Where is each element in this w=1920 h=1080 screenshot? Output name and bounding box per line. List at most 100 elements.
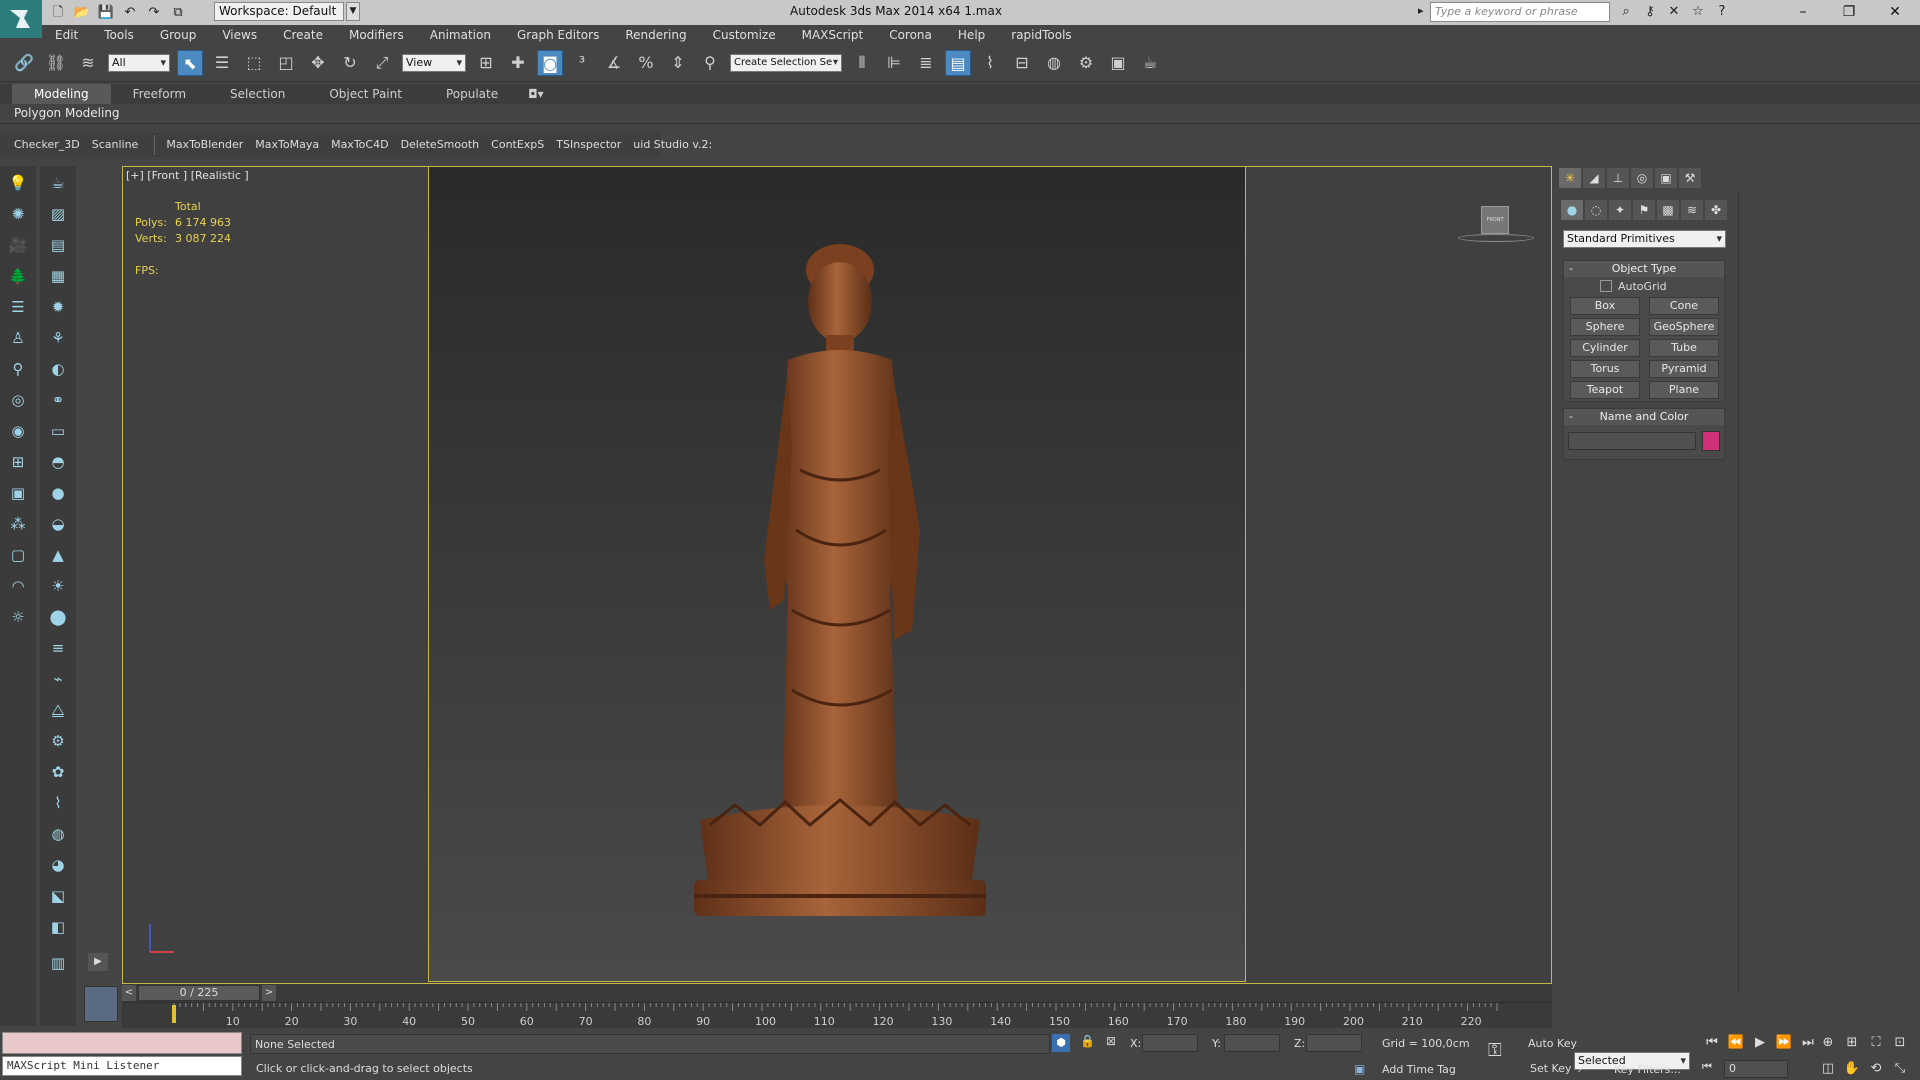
mini-curve-editor-icon[interactable] (84, 986, 118, 1022)
asset-tracking-icon[interactable]: ▥ (44, 949, 72, 977)
viewport-label-menu[interactable]: [+] [Front ] [Realistic ] (126, 169, 249, 182)
selection-filter-dropdown[interactable]: All (108, 54, 170, 72)
object-type-header[interactable]: Object Type (1564, 261, 1724, 277)
object-color-swatch[interactable] (1702, 431, 1720, 451)
maxscript-listener-pink-input[interactable] (2, 1032, 242, 1054)
object-name-input[interactable] (1568, 432, 1697, 450)
time-slider-thumb[interactable]: 0 / 225 (138, 985, 260, 1001)
film-camera-icon[interactable]: ⚭ (44, 386, 72, 414)
menu-rapidtools[interactable]: rapidTools (998, 25, 1084, 45)
pan-hand-icon[interactable]: ✋ (1843, 1060, 1861, 1078)
new-file-icon[interactable]: 🗋 (49, 4, 67, 22)
track-bar[interactable]: 10 20 30 40 50 60 70 80 90 100 110 120 130 140 150 160 1… (122, 1002, 1552, 1029)
align-icon[interactable]: ⊫ (881, 50, 907, 76)
isolate-selection-icon[interactable]: ⬢ (1052, 1034, 1070, 1052)
save-file-icon[interactable]: 💾 (97, 4, 115, 22)
reference-coordinate-dropdown[interactable]: View (402, 54, 466, 72)
menu-graph-editors[interactable]: Graph Editors (504, 25, 612, 45)
menu-maxscript[interactable]: MAXScript (789, 25, 877, 45)
pipe-icon[interactable]: ⌁ (44, 665, 72, 693)
snaps-toggle-icon[interactable]: ³ (569, 50, 595, 76)
percent-snap-icon[interactable]: % (633, 50, 659, 76)
ring-icon[interactable]: ◎ (4, 386, 32, 414)
particles-icon[interactable]: ⁂ (4, 510, 32, 538)
modify-tab-icon[interactable]: ◢ (1583, 168, 1605, 188)
render-panel-icon[interactable]: ▣ (4, 479, 32, 507)
quick-access-expand-icon[interactable]: ▼ (346, 2, 360, 21)
image-icon[interactable]: ▨ (44, 200, 72, 228)
minimize-icon[interactable]: – (1780, 0, 1826, 25)
rectangular-selection-icon[interactable]: ⬚ (241, 50, 267, 76)
display-tab-icon[interactable]: ▣ (1655, 168, 1677, 188)
wireframe-icon[interactable]: ⧋ (44, 696, 72, 724)
current-time-marker[interactable] (172, 1005, 176, 1023)
menu-customize[interactable]: Customize (700, 25, 789, 45)
set-keys-key-icon[interactable]: ⚿ (1488, 1040, 1502, 1061)
time-slider-track[interactable]: < 0 / 225 > (122, 984, 1552, 1002)
tab-freeform[interactable]: Freeform (111, 84, 208, 104)
sphere-tool-icon[interactable]: ◉ (4, 417, 32, 445)
select-and-scale-icon[interactable]: ⤢ (369, 50, 395, 76)
help-icon[interactable]: ? (1713, 3, 1731, 21)
zoom-extents-all-icon[interactable]: ⊡ (1891, 1034, 1909, 1052)
geometry-category-icon[interactable]: ● (1561, 200, 1583, 220)
sphere-button[interactable]: Sphere (1570, 318, 1640, 336)
script-maxtoblender-button[interactable]: MaxToBlender (160, 133, 249, 157)
name-and-color-header[interactable]: Name and Color (1564, 409, 1724, 425)
next-frame-icon[interactable]: > (262, 985, 276, 1001)
search-expand-icon[interactable]: ▸ (1418, 4, 1424, 17)
z-coordinate-input[interactable] (1306, 1034, 1362, 1052)
select-by-name-icon[interactable]: ☰ (209, 50, 235, 76)
script-maxtomaya-button[interactable]: MaxToMaya (249, 133, 325, 157)
rendered-frame-window-icon[interactable]: ▣ (1105, 50, 1131, 76)
auto-key-button[interactable]: Auto Key (1528, 1037, 1577, 1050)
material-editor-icon[interactable]: ◍ (1041, 50, 1067, 76)
script-uid-studio-button[interactable]: uid Studio v.2: (627, 133, 718, 157)
menu-corona[interactable]: Corona (876, 25, 945, 45)
tab-populate[interactable]: Populate (424, 84, 520, 104)
x-coordinate-input[interactable] (1142, 1034, 1198, 1052)
maximize-viewport-icon[interactable]: ⤡ (1891, 1060, 1909, 1078)
unlink-icon[interactable]: ⛓ (43, 50, 69, 76)
render-production-icon[interactable]: ☕ (1137, 50, 1163, 76)
application-menu-button[interactable] (0, 0, 42, 38)
shell-icon[interactable]: ◍ (44, 820, 72, 848)
disc-icon[interactable]: ⬤ (44, 603, 72, 631)
gear-icon[interactable]: ⚙ (44, 727, 72, 755)
cone-icon[interactable]: ▲ (44, 541, 72, 569)
bone-icon[interactable]: ⚲ (4, 355, 32, 383)
zoom-extents-icon[interactable]: ⛶ (1867, 1034, 1885, 1052)
cameras-category-icon[interactable]: ⚑ (1633, 200, 1655, 220)
utilities-tab-icon[interactable]: ⚒ (1679, 168, 1701, 188)
viewcube-ring[interactable] (1458, 234, 1534, 242)
menu-rendering[interactable]: Rendering (612, 25, 699, 45)
box-button[interactable]: Box (1570, 297, 1640, 315)
menu-create[interactable]: Create (270, 25, 336, 45)
menu-views[interactable]: Views (209, 25, 270, 45)
bind-space-warp-icon[interactable]: ≋ (75, 50, 101, 76)
bulb-icon[interactable]: ☼ (4, 603, 32, 631)
tube-button[interactable]: Tube (1649, 339, 1719, 357)
select-and-link-icon[interactable]: 🔗 (11, 50, 37, 76)
render-setup-icon[interactable]: ⚙ (1073, 50, 1099, 76)
script-contexps-button[interactable]: ContExpS (485, 133, 550, 157)
zoom-icon[interactable]: ⊕ (1819, 1034, 1837, 1052)
geometry-type-dropdown[interactable]: Standard Primitives (1563, 230, 1726, 248)
select-object-icon[interactable]: ⬉ (177, 50, 203, 76)
stairs-icon[interactable]: ≡ (44, 634, 72, 662)
spacewarps-category-icon[interactable]: ≋ (1681, 200, 1703, 220)
teapot-button[interactable]: Teapot (1570, 381, 1640, 399)
play-icon[interactable]: ▶ (1751, 1034, 1769, 1052)
plane-tool-icon[interactable]: ▭ (44, 417, 72, 445)
grid-tool-icon[interactable]: ⊞ (4, 448, 32, 476)
pivot-center-icon[interactable]: ⊞ (473, 50, 499, 76)
y-coordinate-input[interactable] (1224, 1034, 1280, 1052)
key-mode-toggle-icon[interactable]: ⏮ (1702, 1060, 1712, 1074)
camera-icon[interactable]: 🎥 (4, 231, 32, 259)
grass-icon[interactable]: ✿ (44, 758, 72, 786)
autogrid-checkbox[interactable] (1600, 280, 1612, 292)
keyboard-shortcut-override-icon[interactable]: ◙ (537, 50, 563, 76)
helpers-category-icon[interactable]: ▩ (1657, 200, 1679, 220)
graphite-ribbon-toggle-icon[interactable]: ▤ (945, 50, 971, 76)
helper-point-icon[interactable]: ✺ (4, 200, 32, 228)
